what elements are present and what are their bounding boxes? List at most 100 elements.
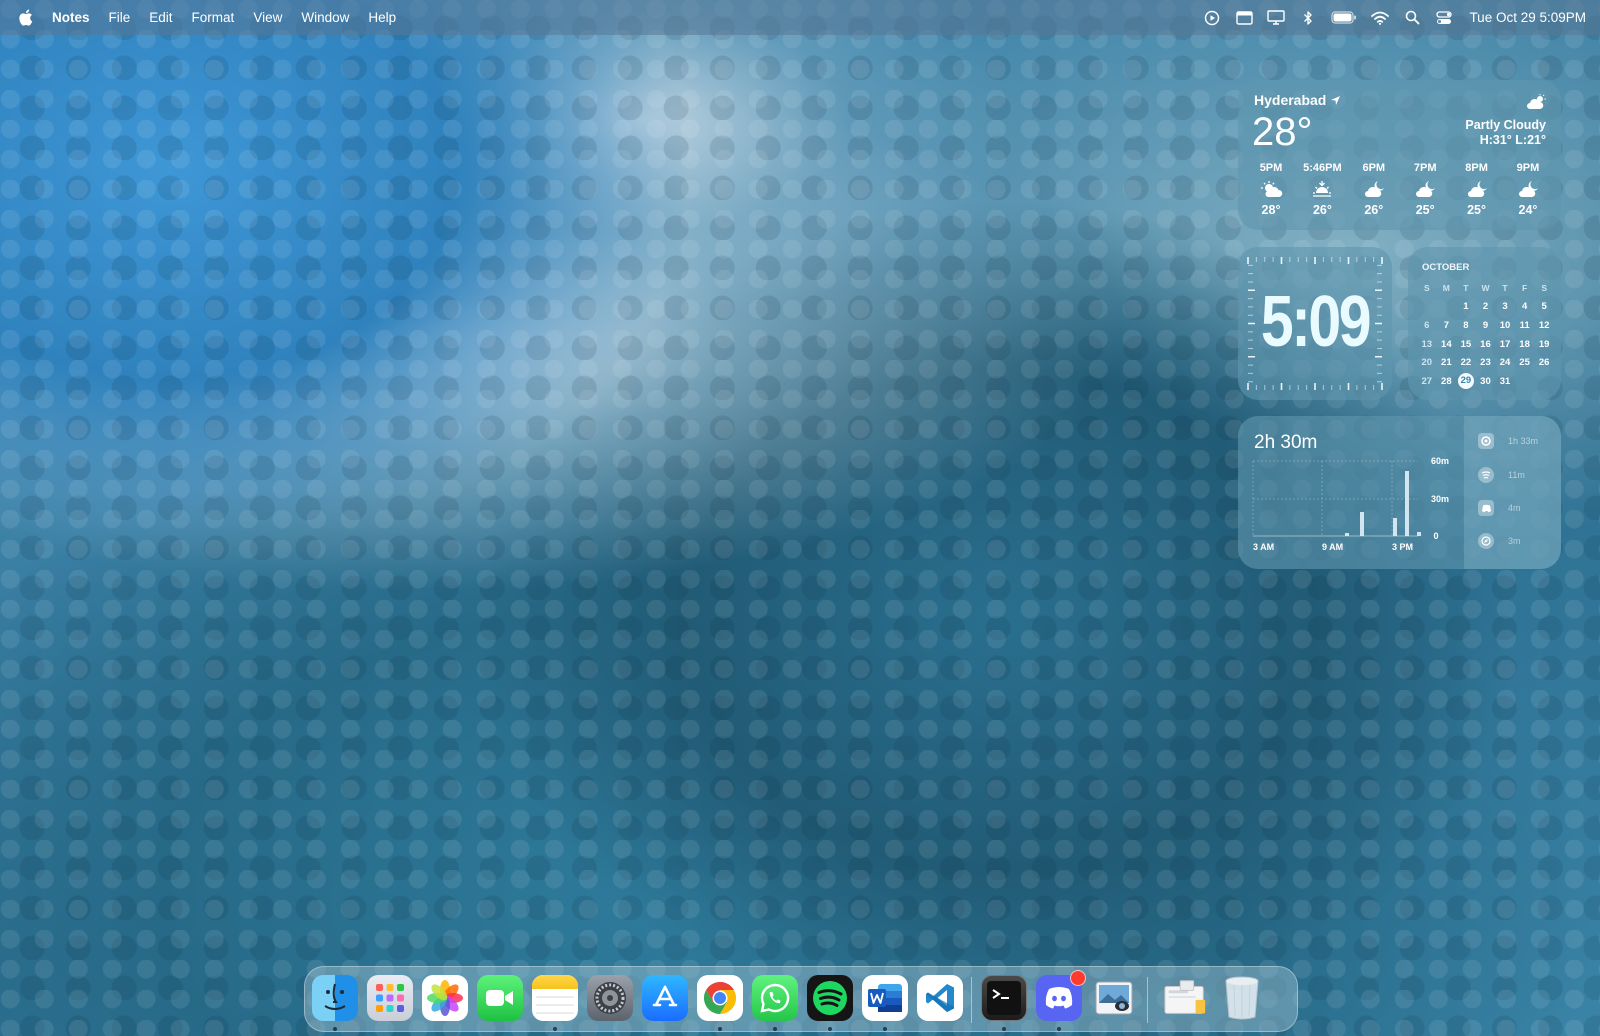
calendar-day: 11 [1519,319,1530,331]
hourly-time: 8PM [1465,162,1488,174]
chrome-icon[interactable] [697,975,743,1021]
clock-widget[interactable]: 5:09 [1238,247,1392,400]
calendar-day: 30 [1480,375,1491,387]
running-indicator [883,1027,887,1031]
calendar-today: 29 [1456,373,1476,390]
calendar-day: 17 [1499,338,1511,350]
apple-menu-icon[interactable] [16,9,34,27]
word-icon[interactable] [862,975,908,1021]
calendar-weekday: S [1541,283,1547,294]
system-settings-icon[interactable] [587,975,633,1021]
window-icon[interactable] [1235,9,1253,27]
battery-icon[interactable] [1331,9,1357,27]
downloads-folder-icon[interactable] [1163,975,1209,1021]
calendar-day: 7 [1443,319,1449,331]
calendar-day: 8 [1463,319,1469,331]
calendar-day: 12 [1538,319,1550,331]
calendar-weekday: T [1502,283,1508,294]
calendar-day: 5 [1541,301,1547,313]
partly-cloudy-icon [1525,94,1547,115]
spotify-icon[interactable] [807,975,853,1021]
vscode-icon[interactable] [917,975,963,1021]
running-indicator [1057,1027,1061,1031]
calendar-day: 19 [1538,338,1550,350]
calendar-day: 6 [1424,319,1430,331]
menu-edit[interactable]: Edit [149,10,172,25]
calendar-day: 25 [1519,357,1530,369]
hourly-time: 5:46PM [1303,162,1342,174]
screen-time-widget[interactable]: 2h 30m 60m 30m 0 3 AM 9 AM 3 PM 1h 33m 1… [1238,416,1561,569]
running-indicator [1002,1027,1006,1031]
launchpad-icon[interactable] [367,975,413,1021]
control-center-icon[interactable] [1435,9,1453,27]
menu-view[interactable]: View [253,10,282,25]
screen-time-app-row: 3m [1478,533,1521,549]
calendar-day: 26 [1538,357,1550,369]
whatsapp-icon[interactable] [752,975,798,1021]
calendar-day: 23 [1480,357,1491,369]
running-indicator [718,1027,722,1031]
menu-app-name[interactable]: Notes [52,10,90,25]
moon-cloud-icon [1400,177,1450,201]
x-tick-3am: 3 AM [1253,542,1274,552]
chrome-icon [1478,433,1494,449]
calendar-weekday: T [1463,283,1469,294]
app-store-icon[interactable] [642,975,688,1021]
facetime-icon[interactable] [477,975,523,1021]
safari-icon [1478,533,1494,549]
display-icon[interactable] [1267,9,1286,27]
screen-time-app-time: 4m [1508,503,1521,513]
usage-bar [1405,471,1409,536]
moon-cloud-icon [1349,177,1399,201]
calendar-day: 1 [1463,301,1469,313]
hourly-item: 6PM 26° [1349,162,1399,217]
hourly-item: 9PM 24° [1503,162,1553,217]
weather-hourly-forecast: 5PM 28° 5:46PM 26° 6PM 26° 7PM 25° 8PM 2… [1246,162,1553,217]
calendar-widget[interactable]: OCTOBER S M T W T F S 1 2 3 4 5 6 7 8 9 10 11 12 13 14 15 16 17… [1408,247,1561,400]
screen-time-app-time: 1h 33m [1508,436,1539,446]
wifi-icon[interactable] [1371,9,1390,27]
search-icon[interactable] [1403,9,1421,27]
sun-cloud-icon [1246,177,1296,201]
menu-format[interactable]: Format [192,10,235,25]
running-indicator [553,1027,557,1031]
play-circle-icon[interactable] [1203,9,1221,27]
hourly-item: 8PM 25° [1452,162,1502,217]
finder-icon[interactable] [312,975,358,1021]
usage-bar [1345,533,1349,536]
x-tick-9am: 9 AM [1322,542,1343,552]
menu-window[interactable]: Window [301,10,349,25]
hourly-temp: 26° [1364,203,1384,217]
weather-widget[interactable]: Hyderabad 28° Partly Cloudy H:31° L:21° … [1238,80,1561,230]
weather-city: Hyderabad [1254,92,1327,108]
terminal-icon[interactable] [981,975,1027,1021]
location-arrow-icon [1331,95,1341,105]
screen-time-summary: 2h 30m 60m 30m 0 3 AM 9 AM 3 PM [1238,416,1464,569]
preview-icon[interactable] [1091,975,1137,1021]
moon-cloud-icon [1452,177,1502,201]
running-indicator [333,1027,337,1031]
hourly-time: 6PM [1362,162,1386,174]
dock-separator [971,977,972,1023]
weather-temperature: 28° [1252,110,1313,154]
y-tick-30m: 30m [1431,494,1449,504]
calendar-weekday: S [1423,283,1430,294]
notes-icon[interactable] [532,975,578,1021]
hourly-temp: 28° [1261,203,1281,217]
calendar-weekday-row: SMTWTFS [1417,279,1554,298]
calendar-week-row: 27 28 29 30 31 [1417,372,1554,391]
photos-icon[interactable] [422,975,468,1021]
calendar-week-row: 20 21 22 23 24 25 26 [1417,353,1554,372]
screen-time-app-row: 1h 33m [1478,433,1538,449]
menu-bar-clock[interactable]: Tue Oct 29 5:09PM [1469,10,1586,25]
calendar-day: 21 [1441,357,1452,369]
calendar-day: 28 [1441,375,1452,387]
y-tick-0: 0 [1433,531,1438,541]
bluetooth-icon[interactable] [1299,9,1317,27]
menu-file[interactable]: File [109,10,131,25]
calendar-day: 10 [1499,319,1511,331]
trash-icon[interactable] [1219,975,1265,1021]
hourly-item: 7PM 25° [1400,162,1450,217]
running-indicator [773,1027,777,1031]
menu-help[interactable]: Help [368,10,396,25]
